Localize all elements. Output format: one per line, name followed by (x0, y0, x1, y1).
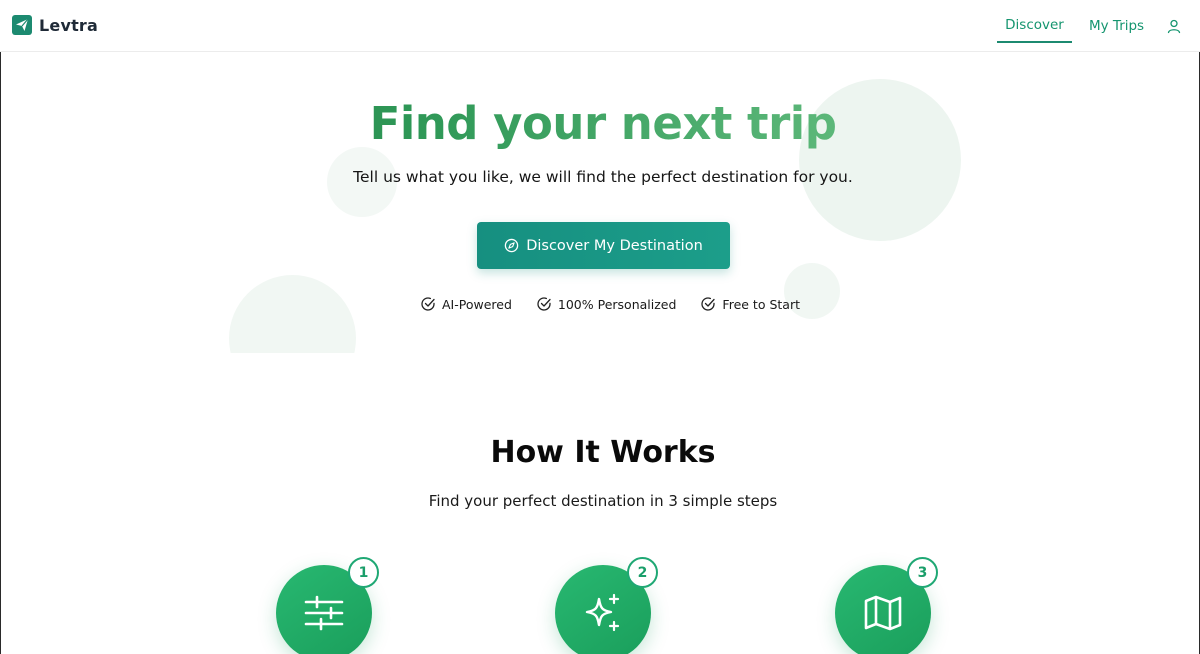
nav-my-trips-link[interactable]: My Trips (1089, 0, 1144, 43)
paper-plane-icon (12, 15, 32, 35)
feature-label: 100% Personalized (557, 296, 677, 312)
feature-list: AI-Powered 100% Personalized Free to Sta… (420, 296, 800, 312)
check-circle-icon (537, 297, 551, 311)
compass-icon (504, 238, 519, 253)
sparkles-icon (585, 593, 620, 632)
how-it-works-subtitle: Find your perfect destination in 3 simpl… (428, 492, 778, 510)
hero-title: Find your next trip (0, 97, 1200, 150)
sliders-icon (304, 595, 344, 631)
step-number-badge: 3 (907, 557, 938, 588)
window-edge (0, 52, 1, 654)
feature-item: 100% Personalized (536, 296, 677, 312)
feature-item: Free to Start (700, 296, 800, 312)
decorative-circle (229, 275, 356, 353)
step-card-2: 2 (555, 557, 658, 654)
map-icon (864, 595, 902, 631)
how-it-works-title: How It Works (490, 435, 716, 470)
feature-label: AI-Powered (442, 296, 512, 312)
top-nav-bar: Levtra Discover My Trips (0, 0, 1200, 52)
step-card-1: 1 (276, 557, 379, 654)
feature-label: Free to Start (722, 296, 800, 312)
check-circle-icon (701, 297, 716, 311)
feature-item: AI-Powered (420, 296, 512, 312)
check-circle-icon (421, 297, 435, 311)
hero-subtitle: Tell us what you like, we will find the … (353, 168, 853, 186)
discover-destination-label: Discover My Destination (526, 237, 703, 254)
brand-name: Levtra (39, 15, 99, 35)
nav-discover-link[interactable]: Discover (997, 0, 1072, 43)
step-card-3: 3 (835, 557, 938, 654)
step-number-badge: 1 (348, 557, 379, 588)
discover-destination-button[interactable]: Discover My Destination (477, 222, 730, 269)
brand-logo[interactable]: Levtra (12, 15, 98, 35)
user-icon[interactable] (1166, 18, 1182, 34)
step-number-badge: 2 (627, 557, 658, 588)
hero-section: Find your next trip Tell us what you lik… (0, 53, 1200, 353)
